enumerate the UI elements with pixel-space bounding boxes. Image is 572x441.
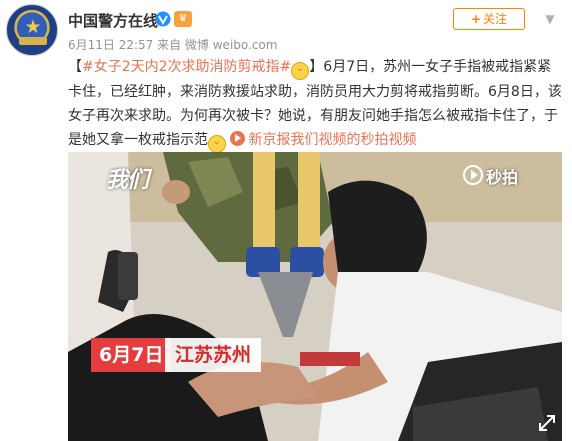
laugh-emoji-icon: ᵕ (208, 135, 226, 153)
follow-button[interactable]: + 关注 (453, 8, 525, 30)
expand-icon[interactable] (538, 414, 556, 432)
plus-icon: + (470, 12, 482, 26)
post-bracket-open: 【 (68, 59, 82, 75)
video-date-tag: 6月7日 (91, 338, 172, 372)
miaopai-play-icon (463, 165, 483, 185)
video-link[interactable]: 新京报我们视频的秒拍视频 (230, 131, 417, 148)
police-star-icon: ★ (24, 16, 42, 38)
vip-icon: ♛ (174, 11, 192, 27)
avatar[interactable]: ★ (6, 4, 58, 56)
video-location-tag: 江苏苏州 (165, 338, 262, 372)
badge-ribbon-icon (19, 37, 47, 45)
video-play-icon (230, 131, 246, 146)
chevron-down-icon[interactable]: ▼ (541, 10, 559, 28)
video-watermark: 我们 (106, 168, 149, 193)
account-name[interactable]: 中国警方在线 (68, 10, 158, 31)
hashtag-link[interactable]: #女子2天内2次求助消防剪戒指# (82, 59, 291, 75)
verified-v-icon (155, 11, 171, 27)
post-bracket-close: 】 (309, 59, 324, 75)
video-platform-label: 秒拍 (486, 168, 519, 187)
follow-label: 关注 (483, 12, 508, 26)
post-text: 【#女子2天内2次求助消防剪戒指# ᵕ 】6月7日，苏州一女子手指被戒指紧紧卡住，已… (68, 55, 562, 153)
doge-emoji-icon: ᵕ (291, 62, 310, 80)
post-meta: 6月11日 22:57 来自 微博 weibo.com (68, 38, 278, 52)
video-player[interactable]: 我们 秒拍 6月7日 江苏苏州 (68, 152, 562, 441)
video-link-label: 新京报我们视频的秒拍视频 (248, 132, 417, 148)
post-header: ★ 中国警方在线 ♛ 6月11日 22:57 来自 微博 weibo.com +… (0, 0, 572, 56)
video-frame-image (68, 152, 562, 441)
